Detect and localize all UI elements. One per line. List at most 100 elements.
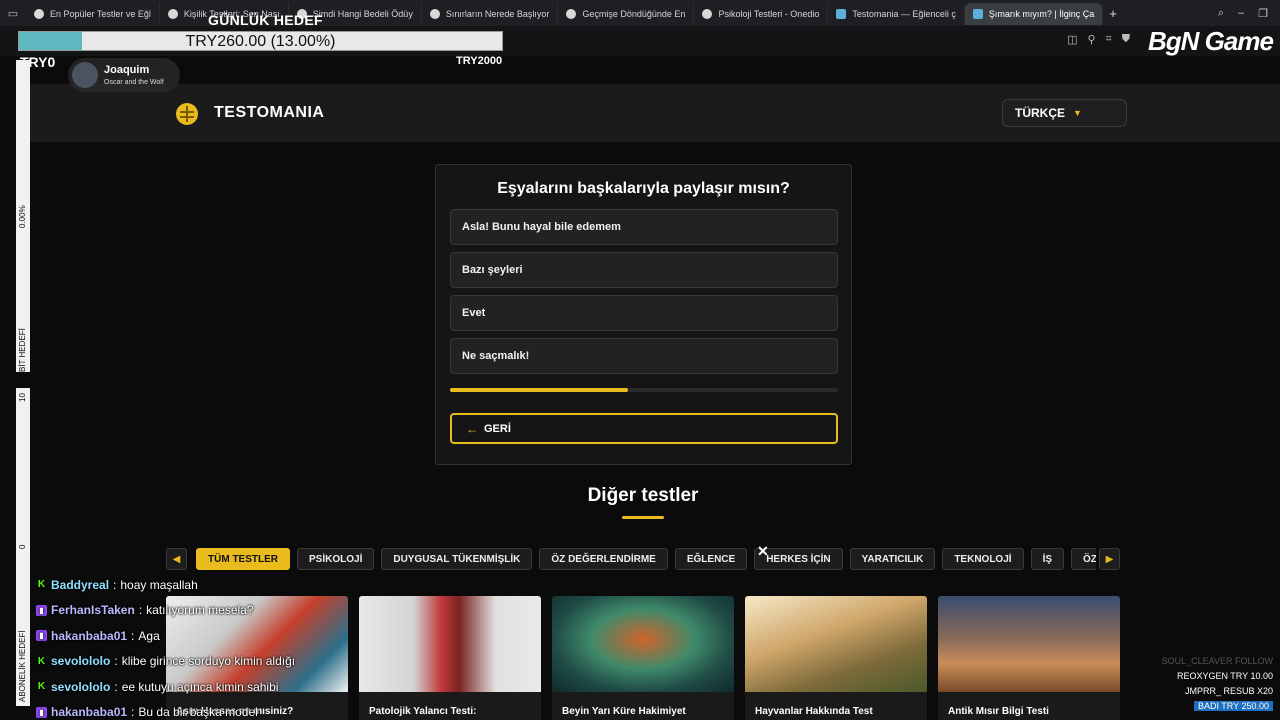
category-tab[interactable]: DUYGUSAL TÜKENMİŞLİK <box>381 548 533 570</box>
chat-username: Baddyreal <box>51 577 110 592</box>
twitch-icon: ▮ <box>36 604 47 616</box>
browser-tab-active[interactable]: Şımarık mıyım? | İlginç Ça <box>964 3 1104 25</box>
other-tests-heading: Diğer testler <box>587 485 699 506</box>
shield-icon[interactable]: ⛊ <box>1122 33 1130 46</box>
chat-username: sevolololo <box>51 679 111 694</box>
chat-username: FerhanIsTaken <box>51 603 135 618</box>
category-filter: ◀ TÜM TESTLER PSİKOLOJİ DUYGUSAL TÜKENMİ… <box>166 548 1121 570</box>
test-card[interactable]: Beyin Yarı Küre Hakimiyet <box>552 596 734 720</box>
chat-text: klibe girince sorduyo kimin aldığı <box>121 654 296 669</box>
quiz-card: Eşyalarını başkalarıyla paylaşır mısın? … <box>435 164 852 465</box>
stream-event-list: SOUL_CLEAVER FOLLOW REOXYGEN TRY 10.00 J… <box>1162 654 1273 714</box>
category-tab[interactable]: PSİKOLOJİ <box>297 548 375 570</box>
quiz-progress-fill <box>450 388 629 392</box>
category-tab[interactable]: İŞ <box>1030 548 1065 570</box>
answer-option[interactable]: Asla! Bunu hayal bile edemem <box>450 209 838 245</box>
chat-text: hoay maşallah <box>120 577 198 592</box>
browser-tab[interactable]: Psikoloji Testleri - Onedio <box>694 3 829 25</box>
daily-goal-bar: TRY260.00 (13.00%) <box>18 31 503 51</box>
stream-event: SOUL_CLEAVER FOLLOW <box>1161 656 1273 666</box>
test-card[interactable]: Patolojik Yalancı Testi: <box>359 596 541 720</box>
screen: ▭ En Popüler Testler ve Eğl Kişilik Test… <box>0 0 1280 720</box>
window-controls: ⌕ – ❐ <box>1218 7 1280 20</box>
heading-underline <box>622 516 664 519</box>
browser-tab[interactable]: Geçmişe Döndüğünde En <box>558 3 695 25</box>
test-card-title: Patolojik Yalancı Testi: <box>369 706 477 717</box>
sub-goal-bottom: 0 <box>18 544 27 549</box>
minimize-icon[interactable]: – <box>1238 7 1244 20</box>
chat-message: K Baddyreal: hoay maşallah <box>37 577 198 592</box>
now-playing-widget: Joaquim Oscar and the Wolf <box>68 58 180 92</box>
song-track: Oscar and the Wolf <box>104 79 164 86</box>
browser-tab-strip: ▭ En Popüler Testler ve Eğl Kişilik Test… <box>0 0 1280 26</box>
pin-icon[interactable]: ⚲ <box>1087 33 1095 46</box>
browser-tab[interactable]: Sınırların Nerede Başlıyor <box>422 3 559 25</box>
stream-event-highlight: BADI TRY 250.00 <box>1193 701 1273 711</box>
brand-watermark: BgN Game <box>1148 26 1274 56</box>
new-tab-button[interactable]: + <box>1103 6 1123 21</box>
chat-message: Ksevolololo: klibe girince sorduyo kimin … <box>37 654 296 669</box>
category-tab[interactable]: ÖZ DEĞERLENDİRME <box>539 548 668 570</box>
stream-chat: K Baddyreal: hoay maşallah ▮ FerhanIsTaken:… <box>36 572 336 720</box>
site-header: TESTOMANIA TÜRKÇE ▼ <box>30 84 1280 142</box>
search-icon[interactable]: ⌕ <box>1218 7 1224 20</box>
stream-event: REOXYGEN TRY 10.00 <box>1176 671 1273 681</box>
chevron-left-icon[interactable]: ◀ <box>166 548 187 570</box>
test-card-image <box>938 596 1120 692</box>
category-tab[interactable]: TEKNOLOJİ <box>942 548 1024 570</box>
chat-message: ▮ FerhanIsTaken: katılıyorum mesela? <box>36 598 336 624</box>
browser-tab[interactable]: En Popüler Testler ve Eğl <box>26 3 160 25</box>
browser-tab[interactable]: Testomania — Eğlenceli ç <box>828 3 965 25</box>
stream-event: JMPRR_ RESUB X20 <box>1184 686 1273 696</box>
arrow-left-icon: ← <box>466 421 478 436</box>
restore-icon[interactable]: ❐ <box>1258 7 1268 20</box>
test-card[interactable]: Hayvanlar Hakkında Test <box>745 596 927 720</box>
site-favicon-icon <box>429 9 440 19</box>
brain-logo-icon[interactable] <box>176 103 198 125</box>
category-tab[interactable]: TÜM TESTLER <box>196 548 290 570</box>
kick-icon: K <box>37 681 46 693</box>
site-favicon-icon <box>836 9 847 19</box>
site-favicon-icon <box>972 9 983 19</box>
site-favicon-icon <box>566 9 577 19</box>
test-card-title: Beyin Yarı Küre Hakimiyet <box>562 706 686 717</box>
chevron-right-icon[interactable]: ▶ <box>1099 548 1120 570</box>
daily-goal-title: GÜNLÜK HEDEF <box>208 12 323 28</box>
answer-option[interactable]: Ne saçmalık! <box>450 338 838 374</box>
quiz-question: Eşyalarını başkalarıyla paylaşır mısın? <box>497 180 790 197</box>
site-favicon-icon <box>34 9 44 19</box>
chat-message: ▮ hakanbaba01: Aga <box>36 623 336 649</box>
reader-icon[interactable]: ◫ <box>1067 33 1077 46</box>
chat-text: ee kutuyu açınca kimin sahibi <box>121 679 279 694</box>
chat-text: Bu da bir başka model <box>138 705 258 720</box>
extension-icons: ◫ ⚲ ⌗ ⛊ <box>1067 33 1130 46</box>
test-card-image <box>745 596 927 692</box>
answer-option[interactable]: Bazı şeyleri <box>450 252 838 288</box>
language-label: TÜRKÇE <box>1015 106 1065 120</box>
test-card[interactable]: Antik Mısır Bilgi Testi <box>938 596 1120 720</box>
daily-goal-value: TRY260.00 (13.00%) <box>185 33 336 50</box>
category-tab[interactable]: EĞLENCE <box>674 548 748 570</box>
answer-option[interactable]: Evet <box>450 295 838 331</box>
subscription-goal-label: ABONELİK HEDEFİ <box>18 630 27 702</box>
site-logo[interactable]: TESTOMANIA <box>214 104 324 122</box>
album-cover-icon <box>72 62 98 88</box>
site-favicon-icon <box>702 9 713 19</box>
category-tab[interactable]: ÖZ <box>1071 548 1096 570</box>
quiz-progress-bar <box>450 388 838 392</box>
chat-username: sevolololo <box>51 654 111 669</box>
tab-actions-icon[interactable]: ▭ <box>0 0 26 26</box>
test-card-image <box>552 596 734 692</box>
bit-goal-percent: 0.00% <box>18 205 27 228</box>
crop-icon[interactable]: ⌗ <box>1106 33 1112 46</box>
back-button[interactable]: ← GERİ <box>450 413 838 444</box>
twitch-icon: ▮ <box>36 630 47 642</box>
site-favicon-icon <box>167 9 178 19</box>
language-select[interactable]: TÜRKÇE ▼ <box>1002 99 1127 127</box>
test-card-title: Hayvanlar Hakkında Test <box>755 706 873 717</box>
chat-text: Aga <box>138 628 160 643</box>
test-card-image <box>359 596 541 692</box>
category-tab[interactable]: YARATICILIK <box>849 548 936 570</box>
close-icon[interactable]: ✕ <box>757 543 769 560</box>
sub-goal-top: 10 <box>18 393 27 402</box>
